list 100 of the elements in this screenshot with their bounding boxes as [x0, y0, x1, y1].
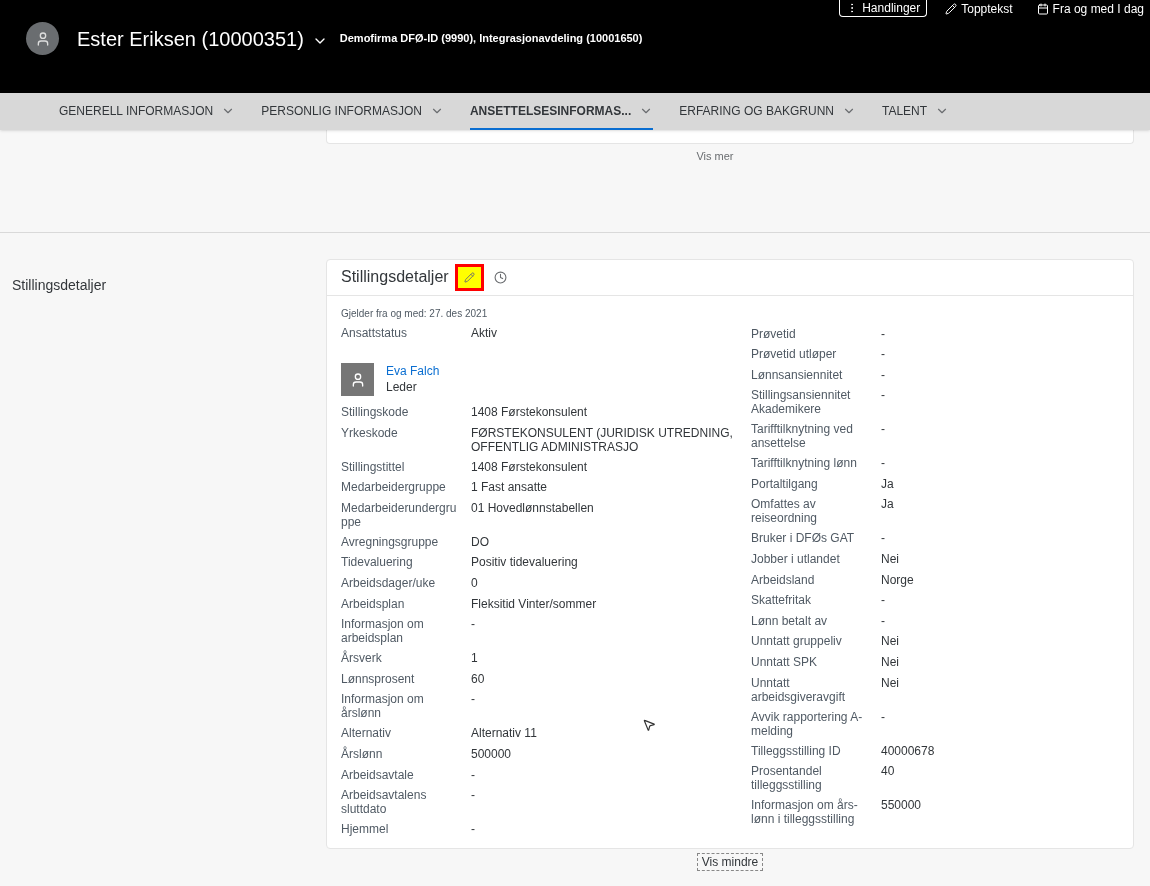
- field-label: Jobber i utlandet: [751, 552, 841, 567]
- employee-name: Ester Eriksen (10000351): [77, 26, 304, 52]
- field-label: Lønn betalt av: [751, 613, 829, 628]
- field-value: -: [881, 531, 886, 546]
- field-value: -: [881, 613, 886, 628]
- field-value: 1: [471, 651, 479, 666]
- field-label: Tarifftilknytning lønn: [751, 456, 858, 471]
- field-label: Tarifftilknytning ved ansettelse: [751, 422, 854, 451]
- field-value: 1 Fast ansatte: [471, 480, 549, 495]
- avatar-placeholder: [341, 363, 374, 397]
- pencil-icon: [463, 271, 475, 283]
- field-value: 01 Hovedlønnstabellen: [471, 500, 595, 515]
- effective-date: Gjelder fra og med: 27. des 2021: [341, 306, 489, 321]
- field-label: Bruker i DFØs GAT: [751, 531, 856, 546]
- field-label: Arbeidsavtalens sluttdato: [341, 788, 428, 817]
- field-label: Stillingstittel: [341, 459, 406, 474]
- field-value: -: [881, 456, 886, 471]
- field-value: -: [471, 788, 476, 803]
- field-value: DO: [471, 534, 490, 549]
- field-label: Omfattes av reiseordning: [751, 497, 819, 526]
- field-label: Arbeidsavtale: [341, 767, 415, 782]
- field-label: Lønnsprosent: [341, 671, 416, 686]
- field-value: -: [881, 388, 886, 403]
- show-more-link[interactable]: Vis mer: [696, 148, 734, 165]
- field-label: Arbeidsland: [751, 572, 816, 587]
- field-value: -: [881, 593, 886, 608]
- field-value: 1408 Førstekonsulent: [471, 459, 589, 474]
- field-label: Ansattstatus: [341, 325, 409, 340]
- field-label: Prøvetid: [751, 326, 797, 341]
- field-label: Stillingsansiennitet Akademikere: [751, 388, 852, 417]
- field-value: Fleksitid Vinter/sommer: [471, 596, 598, 611]
- field-value: -: [881, 347, 886, 362]
- organization-text: Demofirma DFØ-ID (9990), Integrasjonavdeling (10001650): [339, 31, 643, 47]
- field-value: 1408 Førstekonsulent: [471, 405, 589, 420]
- field-value: 40: [881, 764, 896, 779]
- manager-role: Leder: [386, 379, 418, 396]
- field-value: -: [471, 822, 476, 837]
- field-label: Informasjon om arbeidsplan: [341, 617, 425, 646]
- field-label: Unntatt arbeidsgiveravgift: [751, 675, 847, 704]
- field-label: Årslønn: [341, 747, 384, 762]
- field-value: Nei: [881, 655, 900, 670]
- field-label: Avregningsgruppe: [341, 534, 440, 549]
- field-label: Årsverk: [341, 651, 383, 666]
- edit-button[interactable]: [454, 263, 484, 291]
- field-value: Ja: [881, 476, 895, 491]
- field-label: Medarbeidergruppe: [341, 480, 447, 495]
- calendar-icon: [1036, 2, 1049, 15]
- field-label: Lønnsansiennitet: [751, 367, 844, 382]
- field-value: Nei: [881, 634, 900, 649]
- section-tab[interactable]: PERSONLIG INFORMASJON: [261, 93, 444, 130]
- field-label: Tilleggsstilling ID: [751, 743, 842, 758]
- section-tab[interactable]: TALENT: [881, 93, 950, 130]
- field-label: Medarbeiderundergruppe: [341, 500, 458, 529]
- field-label: Unntatt SPK: [751, 655, 819, 670]
- field-value: -: [881, 422, 886, 437]
- field-value: Aktiv: [471, 325, 498, 340]
- section-tab[interactable]: GENERELL INFORMASJON: [59, 93, 236, 130]
- field-label: Tidevaluering: [341, 555, 414, 570]
- field-value: Alternativ 11: [471, 726, 538, 741]
- history-icon[interactable]: [493, 270, 507, 284]
- field-value: 550000: [881, 798, 923, 813]
- show-less-button[interactable]: Vis mindre: [696, 852, 764, 871]
- avatar-icon: [26, 22, 59, 55]
- manager-link[interactable]: Eva Falch: [386, 363, 440, 380]
- field-label: Stillingskode: [341, 405, 410, 420]
- field-value: 500000: [471, 747, 513, 762]
- card-title: Stillingsdetaljer: [341, 267, 449, 287]
- field-label: Prøvetid utløper: [751, 347, 838, 362]
- header-action-button[interactable]: Fra og med I dag: [1030, 0, 1150, 17]
- pencil-icon: [945, 2, 958, 15]
- field-value: -: [881, 326, 886, 341]
- field-value: Ja: [881, 497, 895, 512]
- field-label: Hjemmel: [341, 822, 390, 837]
- field-label: Avvik rapportering A-melding: [751, 709, 864, 738]
- field-label: Unntatt gruppeliv: [751, 634, 843, 649]
- field-label: Arbeidsplan: [341, 596, 406, 611]
- field-label: Alternativ: [341, 726, 393, 741]
- field-value: -: [881, 709, 886, 724]
- field-value: Nei: [881, 552, 900, 567]
- field-label: Prosentandel tilleggsstilling: [751, 764, 823, 793]
- field-label: Informasjon om års-lønn i tilleggsstilling: [751, 798, 859, 827]
- field-label: Yrkeskode: [341, 425, 399, 440]
- field-value: 40000678: [881, 743, 936, 758]
- mouse-cursor-icon: [642, 718, 656, 732]
- field-value: 60: [471, 671, 486, 686]
- field-value: Nei: [881, 675, 900, 690]
- field-label: Skattefritak: [751, 593, 813, 608]
- field-value: 0: [471, 576, 479, 591]
- field-value: -: [881, 367, 886, 382]
- field-value: -: [471, 767, 476, 782]
- field-value: Norge: [881, 572, 915, 587]
- field-value: -: [471, 617, 476, 632]
- section-tab[interactable]: ERFARING OG BAKGRUNN: [679, 93, 856, 130]
- field-label: Portaltilgang: [751, 476, 819, 491]
- field-label: Arbeidsdager/uke: [341, 576, 437, 591]
- header-action-button[interactable]: Handlinger: [839, 0, 928, 17]
- header-action-button[interactable]: Topptekst: [939, 0, 1019, 17]
- section-label: Stillingsdetaljer: [12, 276, 107, 293]
- field-value: Positiv tidevaluering: [471, 555, 579, 570]
- field-value: FØRSTEKONSULENT (JURIDISK UTREDNING, OFFENTLIG ADMINISTRASJO: [471, 425, 734, 454]
